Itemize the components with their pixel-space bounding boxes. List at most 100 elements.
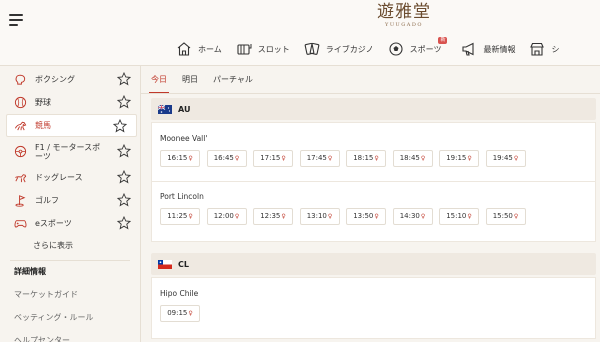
race-time-label: 13:50 (353, 212, 374, 220)
site-logo[interactable]: 遊雅堂 YUUGADO (373, 2, 435, 28)
sidebar-item-horse-racing[interactable]: 競馬 (6, 114, 137, 137)
race-time-button[interactable]: 17:15♀ (253, 150, 293, 167)
tab-virtual[interactable]: パーチャル (211, 72, 255, 94)
gamepad-icon (14, 220, 27, 228)
race-time-label: 09:15 (167, 309, 188, 317)
race-time-label: 13:10 (306, 212, 327, 220)
location-pin-icon: ♀ (188, 213, 193, 220)
star-icon[interactable] (117, 193, 131, 207)
nav-news[interactable]: 最新情報 (461, 41, 515, 57)
location-pin-icon: ♀ (374, 155, 379, 162)
location-pin-icon: ♀ (281, 155, 286, 162)
sidebar-item-label: 競馬 (35, 121, 51, 130)
nav-sports[interactable]: スポーツ 新 (388, 37, 448, 57)
race-time-button[interactable]: 13:10♀ (299, 208, 340, 225)
australia-flag-icon (158, 104, 172, 114)
race-time-label: 15:10 (446, 212, 467, 220)
race-time-button[interactable]: 16:15♀ (160, 150, 200, 167)
steering-wheel-icon (14, 145, 27, 158)
sidebar-item-golf[interactable]: ゴルフ (0, 189, 140, 212)
race-time-button[interactable]: 18:15♀ (346, 150, 386, 167)
nav-live-casino[interactable]: ライブカジノ (304, 41, 374, 57)
star-icon[interactable] (117, 216, 131, 230)
race-time-button[interactable]: 18:45♀ (392, 150, 433, 167)
race-panel-cl: Hipo Chile 09:15♀ (151, 277, 596, 339)
tab-tomorrow[interactable]: 明日 (180, 72, 200, 94)
nav-home[interactable]: ホーム (176, 41, 222, 57)
race-time-button[interactable]: 12:35♀ (253, 208, 293, 225)
sidebar-item-dog-racing[interactable]: ドッグレース (0, 166, 140, 189)
race-time-button[interactable]: 19:45♀ (485, 150, 526, 167)
nav-slot[interactable]: スロット (236, 41, 290, 57)
location-pin-icon: ♀ (420, 155, 426, 162)
race-divider (152, 181, 595, 182)
star-icon[interactable] (117, 170, 131, 184)
star-icon[interactable] (117, 72, 131, 86)
nav-shop-label: シ (551, 44, 560, 54)
new-badge: 新 (438, 37, 448, 44)
golf-icon (15, 195, 26, 207)
slot-icon (237, 44, 252, 55)
baseball-icon (14, 96, 27, 109)
location-pin-icon: ♀ (327, 213, 333, 220)
shop-icon (530, 42, 545, 56)
tabs-divider (141, 93, 600, 94)
sidebar-item-baseball[interactable]: 野球 (0, 91, 140, 114)
race-time-button[interactable]: 16:45♀ (206, 150, 247, 167)
sidebar-item-boxing[interactable]: ボクシング (0, 68, 140, 91)
cards-icon (304, 42, 320, 55)
race-time-button[interactable]: 14:30♀ (392, 208, 433, 225)
race-time-button[interactable]: 19:15♀ (439, 150, 479, 167)
dog-icon (15, 174, 27, 183)
race-time-label: 16:15 (167, 154, 188, 162)
sidebar-item-label: ドッグレース (35, 173, 83, 182)
nav-shop[interactable]: シ (529, 41, 559, 57)
race-time-button[interactable]: 09:15♀ (160, 305, 200, 322)
location-pin-icon: ♀ (420, 213, 426, 220)
location-pin-icon: ♀ (513, 155, 519, 162)
country-header-au[interactable]: AU (151, 98, 596, 120)
race-venue: Port Lincoln (160, 192, 204, 201)
race-time-label: 19:15 (446, 154, 467, 162)
race-time-button[interactable]: 15:10♀ (439, 208, 479, 225)
race-time-label: 11:25 (167, 212, 188, 220)
sidebar: ボクシング 野球 競馬 F1 / モータースポーツ ドッグレース ゴルフ eスポ… (0, 66, 140, 342)
sidebar-section-title: 詳細情報 (14, 267, 46, 276)
star-icon[interactable] (117, 144, 131, 158)
race-time-label: 17:45 (306, 154, 327, 162)
country-header-cl[interactable]: CL (151, 253, 596, 275)
sidebar-item-label: 野球 (35, 98, 51, 107)
race-venue: Moonee Vall' (160, 134, 208, 143)
show-more-link[interactable]: さらに表示 (0, 235, 140, 257)
race-time-label: 19:45 (492, 154, 513, 162)
menu-icon[interactable] (9, 14, 23, 26)
race-time-label: 14:30 (399, 212, 420, 220)
race-time-button[interactable]: 12:00♀ (206, 208, 247, 225)
sidebar-item-label: F1 / モータースポーツ (35, 142, 101, 161)
race-time-button[interactable]: 13:50♀ (346, 208, 386, 225)
race-time-button[interactable]: 11:25♀ (160, 208, 200, 225)
race-venue: Hipo Chile (160, 289, 199, 298)
sidebar-link-market-guide[interactable]: マーケットガイド (0, 283, 140, 306)
location-pin-icon: ♀ (467, 155, 472, 162)
logo-latin: YUUGADO (385, 22, 423, 28)
tab-today[interactable]: 今日 (149, 72, 169, 94)
star-icon[interactable] (113, 119, 127, 133)
race-time-button[interactable]: 15:50♀ (485, 208, 526, 225)
country-code: CL (178, 259, 189, 269)
race-time-button[interactable]: 17:45♀ (299, 150, 340, 167)
sidebar-item-esports[interactable]: eスポーツ (0, 212, 140, 235)
megaphone-icon (462, 42, 475, 56)
main-content: 今日 明日 パーチャル AU Moonee Vall' 16:15♀ 16:45♀… (140, 66, 600, 342)
nav-live-casino-label: ライブカジノ (325, 44, 374, 54)
star-icon[interactable] (117, 95, 131, 109)
sidebar-item-label: ゴルフ (35, 196, 59, 205)
top-header: 遊雅堂 YUUGADO ホーム スロット ライブカジノ スポーツ 新 最新情報 … (0, 0, 600, 66)
sidebar-item-label: ボクシング (35, 75, 75, 84)
day-tabs: 今日 明日 パーチャル (149, 72, 266, 94)
location-pin-icon: ♀ (234, 213, 240, 220)
location-pin-icon: ♀ (281, 213, 286, 220)
sidebar-item-motorsport[interactable]: F1 / モータースポーツ (0, 137, 140, 166)
sidebar-link-betting-rules[interactable]: ベッティング・ルール (0, 306, 140, 329)
sidebar-link-help-center[interactable]: ヘルプセンター (0, 329, 140, 342)
